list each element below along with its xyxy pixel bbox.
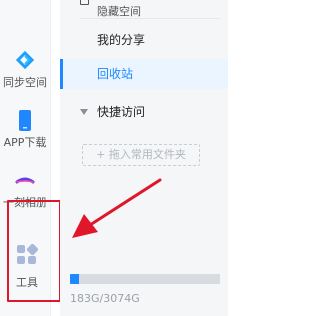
annotation-arrow-icon <box>72 178 162 238</box>
